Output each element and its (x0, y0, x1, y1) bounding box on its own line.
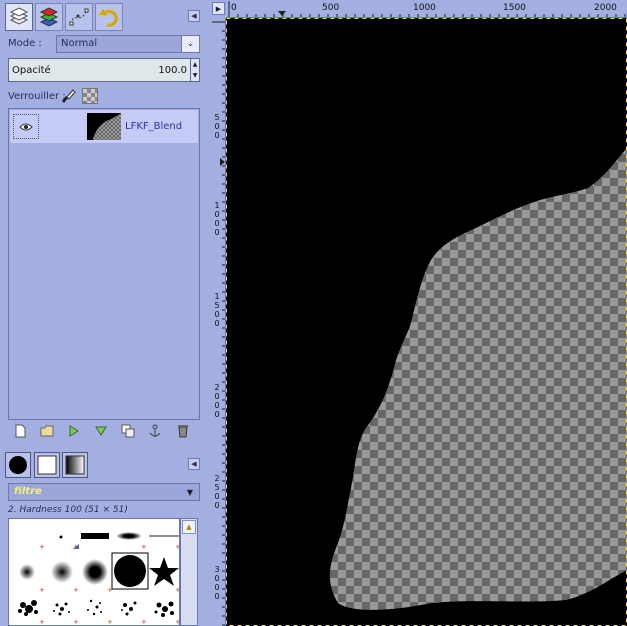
lower-layer-icon[interactable] (94, 424, 108, 438)
patterns-icon (37, 455, 57, 475)
undo-history-icon (99, 9, 118, 27)
brush-item[interactable] (82, 559, 108, 585)
ruler-label: 500 (322, 3, 340, 13)
lock-label: Verrouiller : (8, 91, 66, 102)
chevron-down-icon[interactable]: ⌄ (181, 36, 199, 52)
tab-undo-history[interactable] (95, 3, 123, 31)
ruler-label: 2 5 0 0 (214, 474, 220, 510)
ruler-label: 1000 (413, 3, 436, 13)
opacity-stepper[interactable]: ▲ ▼ (190, 58, 200, 82)
raise-layer-icon[interactable] (67, 424, 81, 438)
paths-icon (69, 8, 89, 26)
brush-item[interactable] (59, 535, 63, 539)
quick-mask-toggle[interactable]: ▶ (212, 2, 225, 15)
mode-value: Normal (61, 38, 98, 49)
scroll-up-icon[interactable]: ▲ (182, 520, 196, 534)
brush-filter-text: filtre (14, 486, 42, 497)
svg-text:+: + (39, 618, 45, 626)
svg-text:+: + (107, 586, 113, 594)
layer-name: LFKF_Blend (125, 121, 183, 132)
tab-brushes[interactable] (5, 452, 31, 478)
layers-list[interactable]: LFKF_Blend (8, 108, 200, 420)
svg-text:+: + (141, 543, 147, 551)
ruler-label: 3 0 0 0 (214, 565, 220, 601)
ruler-label: 2000 (594, 3, 617, 13)
svg-text:+: + (141, 618, 147, 626)
svg-text:+: + (107, 618, 113, 626)
tab-paths[interactable] (65, 3, 93, 31)
brush-item[interactable] (114, 555, 146, 587)
opacity-value: 100.0 (158, 65, 187, 76)
horizontal-ruler[interactable]: 0 500 1000 1500 2000 (226, 1, 627, 18)
new-layer-group-icon[interactable] (40, 424, 54, 438)
dock-menu-button[interactable]: ◀ (188, 10, 200, 22)
opacity-field[interactable]: Opacité 100.0 (8, 58, 191, 82)
brushes-icon (9, 456, 27, 474)
ruler-label: 5 0 0 (214, 113, 220, 140)
brush-scrollbar[interactable]: ▲ (180, 518, 198, 626)
tab-layers[interactable] (5, 3, 33, 31)
image-canvas[interactable] (226, 18, 627, 626)
brush-name: 2. Hardness 100 (51 × 51) (8, 505, 128, 515)
svg-text:+: + (73, 586, 79, 594)
brush-item[interactable] (81, 533, 109, 539)
ruler-label: 0 (231, 3, 237, 13)
star-brush-icon[interactable] (149, 557, 179, 586)
duplicate-layer-icon[interactable] (121, 424, 135, 438)
svg-text:+: + (73, 543, 79, 551)
pointer-marker-icon (220, 158, 225, 166)
opacity-label: Opacité (12, 65, 51, 76)
mode-label: Mode : (8, 38, 42, 49)
gradients-icon (65, 455, 85, 475)
brush-grid[interactable]: ++++ ++++ +++++ (8, 518, 180, 626)
new-layer-icon[interactable] (13, 424, 27, 438)
ruler-label: 1 5 0 0 (214, 292, 220, 328)
channels-icon (39, 7, 59, 27)
ruler-label: 1 0 0 0 (214, 201, 220, 237)
layers-icon (9, 7, 29, 25)
brushes-dock-menu-button[interactable]: ◀ (188, 458, 200, 470)
tab-patterns[interactable] (34, 452, 60, 478)
brush-item[interactable] (116, 532, 142, 540)
delete-layer-icon[interactable] (176, 424, 190, 438)
svg-text:+: + (39, 586, 45, 594)
layers-dock: ◀ Mode : Normal ⌄ Opacité 100.0 ▲ ▼ Verro… (0, 0, 207, 626)
layer-row[interactable]: LFKF_Blend (10, 110, 198, 143)
svg-text:+: + (39, 543, 45, 551)
vertical-ruler[interactable]: 5 0 0 1 0 0 0 1 5 0 0 2 0 0 0 2 5 0 0 3 … (212, 18, 226, 626)
alpha-lock-icon[interactable] (82, 88, 98, 104)
mode-select[interactable]: Normal ⌄ (56, 35, 200, 53)
ruler-label: 1500 (503, 3, 526, 13)
brush-item[interactable] (19, 564, 35, 580)
paintbrush-lock-icon[interactable] (60, 88, 76, 104)
brush-item[interactable] (51, 561, 73, 583)
pointer-marker-icon (278, 11, 286, 16)
tab-gradients[interactable] (62, 452, 88, 478)
eye-icon[interactable] (13, 114, 39, 139)
brush-filter-select[interactable]: filtre ▼ (8, 483, 200, 501)
anchor-layer-icon[interactable] (148, 424, 162, 438)
tab-channels[interactable] (35, 3, 63, 31)
layer-thumbnail (87, 113, 121, 140)
svg-text:+: + (73, 618, 79, 626)
ruler-label: 2 0 0 0 (214, 383, 220, 419)
chevron-down-icon[interactable]: ▼ (187, 488, 193, 497)
